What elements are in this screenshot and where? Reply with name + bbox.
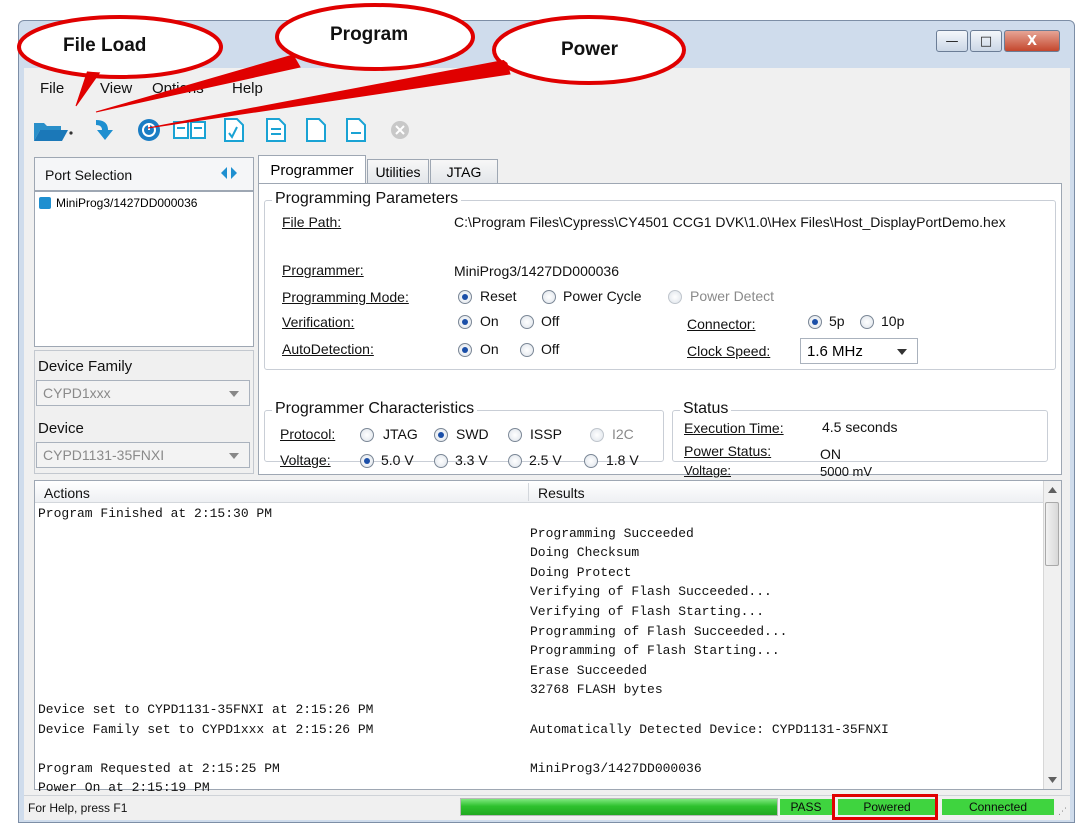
callout-overlay (17, 3, 686, 129)
program-callout: Program (330, 24, 409, 45)
file-load-callout: File Load (63, 35, 147, 56)
power-callout: Power (561, 39, 619, 60)
